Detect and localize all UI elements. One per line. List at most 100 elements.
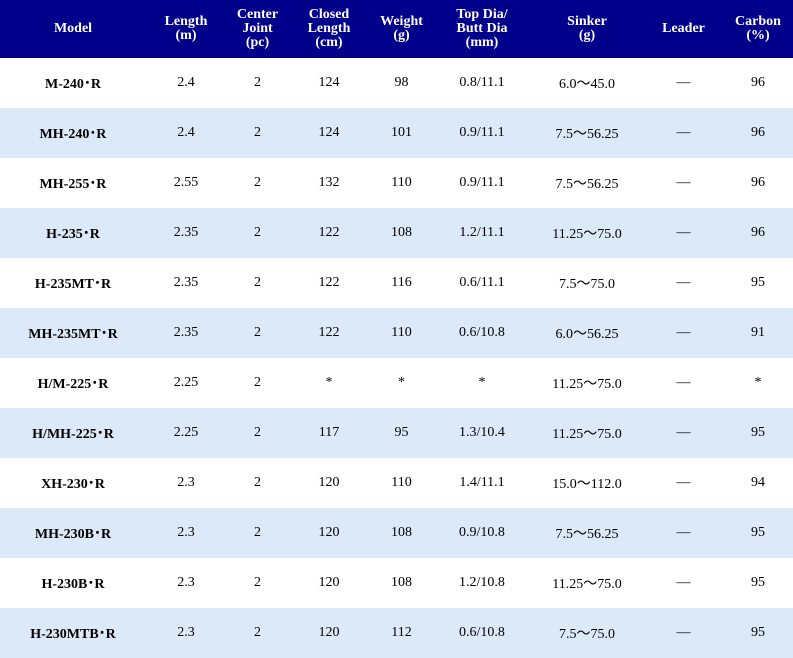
column-header-carbon: Carbon (%): [723, 0, 793, 58]
cell-closed: 122: [289, 258, 369, 308]
cell-joint: 2: [226, 108, 289, 158]
cell-length: 2.3: [146, 608, 226, 658]
cell-weight: 110: [369, 308, 434, 358]
cell-carbon: 91: [723, 308, 793, 358]
table-row: MH-235MT･R 2.35 2 122 110 0.6/10.8 6.0～56.25—9…: [0, 308, 793, 358]
cell-joint: 2: [226, 608, 289, 658]
column-header-text: Sinker: [567, 14, 607, 29]
cell-length: 2.3: [146, 558, 226, 608]
column-header-text: Length: [164, 14, 208, 29]
cell-joint: 2: [226, 458, 289, 508]
column-header-text: (cm): [315, 35, 343, 50]
cell-closed: 122: [289, 308, 369, 358]
cell-carbon: 95: [723, 608, 793, 658]
table-row: H-235･R 2.35 2 122 108 1.2/11.1 11.25～75.0—96: [0, 208, 793, 258]
cell-dia: 0.9/10.8: [434, 508, 530, 558]
cell-leader: —: [644, 208, 723, 258]
cell-length: 2.4: [146, 108, 226, 158]
cell-model: MH-230B･R: [0, 508, 146, 558]
cell-dia: 1.4/11.1: [434, 458, 530, 508]
table-row: MH-230B･R 2.3 2 120 108 0.9/10.8 7.5～56.25—95: [0, 508, 793, 558]
cell-leader: —: [644, 58, 723, 108]
column-header-text: Joint: [242, 21, 273, 36]
table-row: H-235MT･R 2.35 2 122 116 0.6/11.1 7.5～75.0—95: [0, 258, 793, 308]
cell-model: H-235MT･R: [0, 258, 146, 308]
column-header-text: Butt Dia: [456, 21, 508, 36]
cell-leader: —: [644, 158, 723, 208]
cell-carbon: 96: [723, 208, 793, 258]
cell-closed: 117: [289, 408, 369, 458]
cell-closed: 124: [289, 108, 369, 158]
cell-joint: 2: [226, 558, 289, 608]
cell-carbon: 94: [723, 458, 793, 508]
cell-leader: —: [644, 458, 723, 508]
cell-joint: 2: [226, 258, 289, 308]
cell-closed: 132: [289, 158, 369, 208]
cell-carbon: 96: [723, 58, 793, 108]
column-header-text: (pc): [245, 35, 270, 50]
cell-model: H-235･R: [0, 208, 146, 258]
column-header-text: Carbon: [735, 14, 781, 29]
cell-length: 2.55: [146, 158, 226, 208]
cell-model: H/M-225･R: [0, 358, 146, 408]
cell-dia: 0.6/10.8: [434, 608, 530, 658]
cell-length: 2.3: [146, 508, 226, 558]
cell-dia: 0.8/11.1: [434, 58, 530, 108]
cell-sinker: 7.5～56.25: [530, 508, 644, 558]
cell-weight: 101: [369, 108, 434, 158]
cell-weight: 116: [369, 258, 434, 308]
table-row: H/MH-225･R 2.25 2 117 95 1.3/10.4 11.25～75.0—9…: [0, 408, 793, 458]
column-header-text: Weight: [380, 14, 423, 29]
cell-carbon: 96: [723, 108, 793, 158]
cell-dia: *: [434, 358, 530, 408]
column-header-text: (mm): [465, 35, 499, 50]
cell-dia: 1.2/11.1: [434, 208, 530, 258]
column-header-text: Model: [53, 21, 93, 36]
column-header-text: (%): [746, 28, 770, 43]
cell-length: 2.4: [146, 58, 226, 108]
cell-model: MH-235MT･R: [0, 308, 146, 358]
rod-spec-table: Model Length (m) Center Joint (pc) Closed Lengt…: [0, 0, 793, 658]
cell-sinker: 11.25～75.0: [530, 408, 644, 458]
column-header-text: Length: [307, 21, 351, 36]
cell-carbon: *: [723, 358, 793, 408]
cell-carbon: 95: [723, 408, 793, 458]
column-header-text: (m): [175, 28, 197, 43]
column-header-length: Length (m): [146, 0, 226, 58]
cell-joint: 2: [226, 208, 289, 258]
cell-sinker: 6.0～45.0: [530, 58, 644, 108]
cell-model: XH-230･R: [0, 458, 146, 508]
cell-model: MH-240･R: [0, 108, 146, 158]
cell-length: 2.25: [146, 358, 226, 408]
cell-leader: —: [644, 358, 723, 408]
cell-length: 2.35: [146, 308, 226, 358]
cell-dia: 1.2/10.8: [434, 558, 530, 608]
cell-sinker: 6.0～56.25: [530, 308, 644, 358]
cell-model: H-230MTB･R: [0, 608, 146, 658]
table-row: H/M-225･R 2.25 2 * * * 11.25～75.0— *: [0, 358, 793, 408]
cell-weight: 112: [369, 608, 434, 658]
cell-closed: 124: [289, 58, 369, 108]
cell-carbon: 95: [723, 508, 793, 558]
cell-weight: 95: [369, 408, 434, 458]
cell-sinker: 7.5～56.25: [530, 108, 644, 158]
cell-dia: 0.9/11.1: [434, 108, 530, 158]
cell-leader: —: [644, 108, 723, 158]
table-row: H-230B･R 2.3 2 120 108 1.2/10.8 11.25～75.0—95: [0, 558, 793, 608]
column-header-leader: Leader: [644, 0, 723, 58]
cell-closed: 120: [289, 508, 369, 558]
cell-dia: 0.6/10.8: [434, 308, 530, 358]
cell-sinker: 7.5～75.0: [530, 608, 644, 658]
table-row: XH-230･R 2.3 2 120 110 1.4/11.1 15.0～112.0—94: [0, 458, 793, 508]
cell-weight: 108: [369, 558, 434, 608]
cell-leader: —: [644, 508, 723, 558]
table-row: MH-240･R 2.4 2 124 101 0.9/11.1 7.5～56.25—96: [0, 108, 793, 158]
cell-joint: 2: [226, 58, 289, 108]
cell-closed: 122: [289, 208, 369, 258]
cell-sinker: 11.25～75.0: [530, 208, 644, 258]
cell-closed: *: [289, 358, 369, 408]
cell-closed: 120: [289, 558, 369, 608]
cell-model: H-230B･R: [0, 558, 146, 608]
table-row: M-240･R 2.4 2 124 98 0.8/11.1 6.0～45.0—96: [0, 58, 793, 108]
cell-joint: 2: [226, 158, 289, 208]
